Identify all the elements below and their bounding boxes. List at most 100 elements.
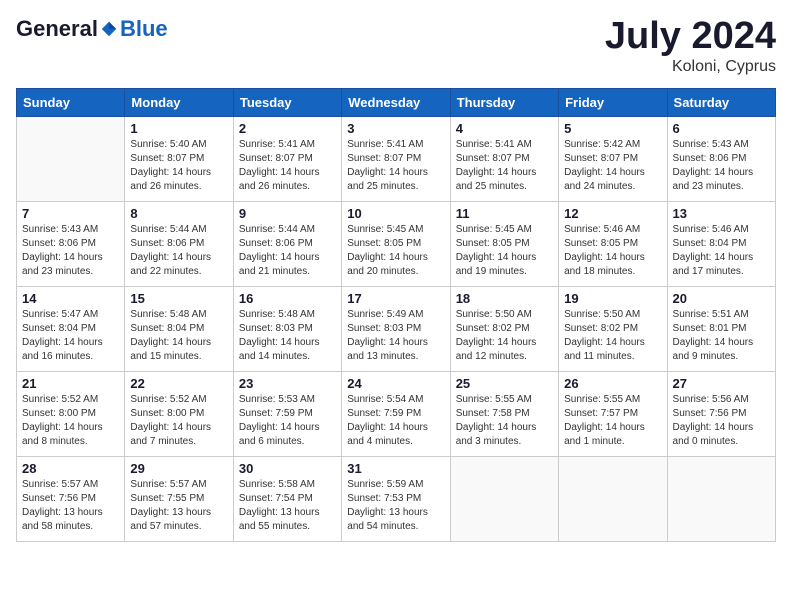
day-detail: Sunrise: 5:57 AM Sunset: 7:55 PM Dayligh… — [130, 478, 227, 534]
day-number: 12 — [564, 206, 661, 221]
column-header-friday: Friday — [559, 88, 667, 116]
calendar-cell: 31 Sunrise: 5:59 AM Sunset: 7:53 PM Dayli… — [342, 456, 450, 541]
column-header-monday: Monday — [125, 88, 233, 116]
calendar-cell: 17Sunrise: 5:49 AM Sunset: 8:03 PM Dayli… — [342, 286, 450, 371]
week-row-1: 1 Sunrise: 5:40 AM Sunset: 8:07 PM Daylig… — [17, 116, 776, 201]
calendar-cell: 20 Sunrise: 5:51 AM Sunset: 8:01 PM Dayli… — [667, 286, 775, 371]
calendar-cell: 7 Sunrise: 5:43 AM Sunset: 8:06 PM Daylig… — [17, 201, 125, 286]
page-subtitle: Koloni, Cyprus — [605, 58, 776, 76]
day-number: 3 — [347, 121, 444, 136]
day-detail: Sunrise: 5:41 AM Sunset: 8:07 PM Dayligh… — [347, 138, 444, 194]
calendar-cell — [559, 456, 667, 541]
day-number: 22 — [130, 376, 227, 391]
calendar-cell: 9Sunrise: 5:44 AM Sunset: 8:06 PM Daylig… — [233, 201, 341, 286]
day-detail: Sunrise: 5:46 AM Sunset: 8:04 PM Dayligh… — [673, 223, 770, 279]
day-number: 13 — [673, 206, 770, 221]
day-number: 26 — [564, 376, 661, 391]
calendar-cell: 19 Sunrise: 5:50 AM Sunset: 8:02 PM Dayli… — [559, 286, 667, 371]
calendar-cell: 22 Sunrise: 5:52 AM Sunset: 8:00 PM Dayli… — [125, 371, 233, 456]
day-detail: Sunrise: 5:52 AM Sunset: 8:00 PM Dayligh… — [130, 393, 227, 449]
day-detail: Sunrise: 5:47 AM Sunset: 8:04 PM Dayligh… — [22, 308, 119, 364]
day-detail: Sunrise: 5:57 AM Sunset: 7:56 PM Dayligh… — [22, 478, 119, 534]
day-detail: Sunrise: 5:59 AM Sunset: 7:53 PM Dayligh… — [347, 478, 444, 534]
day-detail: Sunrise: 5:52 AM Sunset: 8:00 PM Dayligh… — [22, 393, 119, 449]
day-detail: Sunrise: 5:56 AM Sunset: 7:56 PM Dayligh… — [673, 393, 770, 449]
day-detail: Sunrise: 5:41 AM Sunset: 8:07 PM Dayligh… — [239, 138, 336, 194]
day-number: 6 — [673, 121, 770, 136]
calendar-cell: 1 Sunrise: 5:40 AM Sunset: 8:07 PM Daylig… — [125, 116, 233, 201]
day-detail: Sunrise: 5:46 AM Sunset: 8:05 PM Dayligh… — [564, 223, 661, 279]
calendar-cell: 8 Sunrise: 5:44 AM Sunset: 8:06 PM Daylig… — [125, 201, 233, 286]
day-detail: Sunrise: 5:51 AM Sunset: 8:01 PM Dayligh… — [673, 308, 770, 364]
day-detail: Sunrise: 5:50 AM Sunset: 8:02 PM Dayligh… — [456, 308, 553, 364]
day-number: 20 — [673, 291, 770, 306]
day-detail: Sunrise: 5:43 AM Sunset: 8:06 PM Dayligh… — [673, 138, 770, 194]
calendar-cell: 27 Sunrise: 5:56 AM Sunset: 7:56 PM Dayli… — [667, 371, 775, 456]
calendar-cell: 21 Sunrise: 5:52 AM Sunset: 8:00 PM Dayli… — [17, 371, 125, 456]
day-detail: Sunrise: 5:48 AM Sunset: 8:04 PM Dayligh… — [130, 308, 227, 364]
day-detail: Sunrise: 5:40 AM Sunset: 8:07 PM Dayligh… — [130, 138, 227, 194]
week-row-5: 28 Sunrise: 5:57 AM Sunset: 7:56 PM Dayli… — [17, 456, 776, 541]
day-detail: Sunrise: 5:41 AM Sunset: 8:07 PM Dayligh… — [456, 138, 553, 194]
calendar-header-row: SundayMondayTuesdayWednesdayThursdayFrid… — [17, 88, 776, 116]
day-detail: Sunrise: 5:43 AM Sunset: 8:06 PM Dayligh… — [22, 223, 119, 279]
day-number: 24 — [347, 376, 444, 391]
calendar-cell: 28 Sunrise: 5:57 AM Sunset: 7:56 PM Dayli… — [17, 456, 125, 541]
day-number: 21 — [22, 376, 119, 391]
day-number: 1 — [130, 121, 227, 136]
day-number: 2 — [239, 121, 336, 136]
day-detail: Sunrise: 5:55 AM Sunset: 7:57 PM Dayligh… — [564, 393, 661, 449]
day-number: 27 — [673, 376, 770, 391]
calendar-cell: 14 Sunrise: 5:47 AM Sunset: 8:04 PM Dayli… — [17, 286, 125, 371]
day-number: 16 — [239, 291, 336, 306]
day-number: 30 — [239, 461, 336, 476]
page-header: General Blue July 2024 Koloni, Cyprus — [16, 16, 776, 76]
day-number: 29 — [130, 461, 227, 476]
column-header-sunday: Sunday — [17, 88, 125, 116]
day-number: 25 — [456, 376, 553, 391]
day-number: 4 — [456, 121, 553, 136]
calendar-cell: 24 Sunrise: 5:54 AM Sunset: 7:59 PM Dayli… — [342, 371, 450, 456]
day-detail: Sunrise: 5:50 AM Sunset: 8:02 PM Dayligh… — [564, 308, 661, 364]
column-header-thursday: Thursday — [450, 88, 558, 116]
week-row-2: 7 Sunrise: 5:43 AM Sunset: 8:06 PM Daylig… — [17, 201, 776, 286]
day-detail: Sunrise: 5:49 AM Sunset: 8:03 PM Dayligh… — [347, 308, 444, 364]
day-number: 14 — [22, 291, 119, 306]
day-detail: Sunrise: 5:58 AM Sunset: 7:54 PM Dayligh… — [239, 478, 336, 534]
calendar-cell: 15Sunrise: 5:48 AM Sunset: 8:04 PM Dayli… — [125, 286, 233, 371]
day-detail: Sunrise: 5:45 AM Sunset: 8:05 PM Dayligh… — [456, 223, 553, 279]
week-row-3: 14 Sunrise: 5:47 AM Sunset: 8:04 PM Dayli… — [17, 286, 776, 371]
calendar-table: SundayMondayTuesdayWednesdayThursdayFrid… — [16, 88, 776, 542]
day-detail: Sunrise: 5:53 AM Sunset: 7:59 PM Dayligh… — [239, 393, 336, 449]
day-detail: Sunrise: 5:44 AM Sunset: 8:06 PM Dayligh… — [130, 223, 227, 279]
calendar-cell: 5Sunrise: 5:42 AM Sunset: 8:07 PM Daylig… — [559, 116, 667, 201]
day-number: 7 — [22, 206, 119, 221]
calendar-cell: 3 Sunrise: 5:41 AM Sunset: 8:07 PM Daylig… — [342, 116, 450, 201]
logo-icon — [100, 20, 118, 38]
calendar-cell: 18Sunrise: 5:50 AM Sunset: 8:02 PM Dayli… — [450, 286, 558, 371]
calendar-cell: 25 Sunrise: 5:55 AM Sunset: 7:58 PM Dayli… — [450, 371, 558, 456]
day-number: 28 — [22, 461, 119, 476]
calendar-cell: 23Sunrise: 5:53 AM Sunset: 7:59 PM Dayli… — [233, 371, 341, 456]
calendar-cell — [450, 456, 558, 541]
calendar-cell: 2 Sunrise: 5:41 AM Sunset: 8:07 PM Daylig… — [233, 116, 341, 201]
column-header-tuesday: Tuesday — [233, 88, 341, 116]
calendar-cell: 30 Sunrise: 5:58 AM Sunset: 7:54 PM Dayli… — [233, 456, 341, 541]
day-detail: Sunrise: 5:55 AM Sunset: 7:58 PM Dayligh… — [456, 393, 553, 449]
calendar-cell: 13 Sunrise: 5:46 AM Sunset: 8:04 PM Dayli… — [667, 201, 775, 286]
calendar-cell: 12 Sunrise: 5:46 AM Sunset: 8:05 PM Dayli… — [559, 201, 667, 286]
logo-general-text: General — [16, 16, 98, 42]
title-block: July 2024 Koloni, Cyprus — [605, 16, 776, 76]
calendar-cell — [17, 116, 125, 201]
calendar-cell: 6 Sunrise: 5:43 AM Sunset: 8:06 PM Daylig… — [667, 116, 775, 201]
day-number: 19 — [564, 291, 661, 306]
day-number: 5 — [564, 121, 661, 136]
calendar-cell — [667, 456, 775, 541]
day-number: 9 — [239, 206, 336, 221]
calendar-cell: 11Sunrise: 5:45 AM Sunset: 8:05 PM Dayli… — [450, 201, 558, 286]
day-detail: Sunrise: 5:54 AM Sunset: 7:59 PM Dayligh… — [347, 393, 444, 449]
day-number: 8 — [130, 206, 227, 221]
week-row-4: 21 Sunrise: 5:52 AM Sunset: 8:00 PM Dayli… — [17, 371, 776, 456]
day-number: 31 — [347, 461, 444, 476]
page-title: July 2024 — [605, 16, 776, 58]
